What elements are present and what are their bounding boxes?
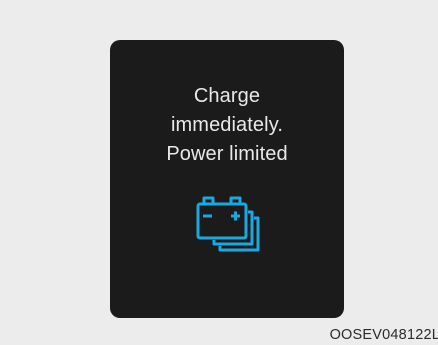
message-line-1: Charge [193,85,261,107]
cluster-display-panel: Charge immediately. Power limited [110,40,344,318]
warning-message: Charge immediately. Power limited [110,82,344,169]
figure-reference-code: OOSEV048122L [329,327,438,343]
battery-icon [196,196,260,252]
message-line-2: immediately. [171,114,283,136]
message-line-3: Power limited [166,143,288,165]
